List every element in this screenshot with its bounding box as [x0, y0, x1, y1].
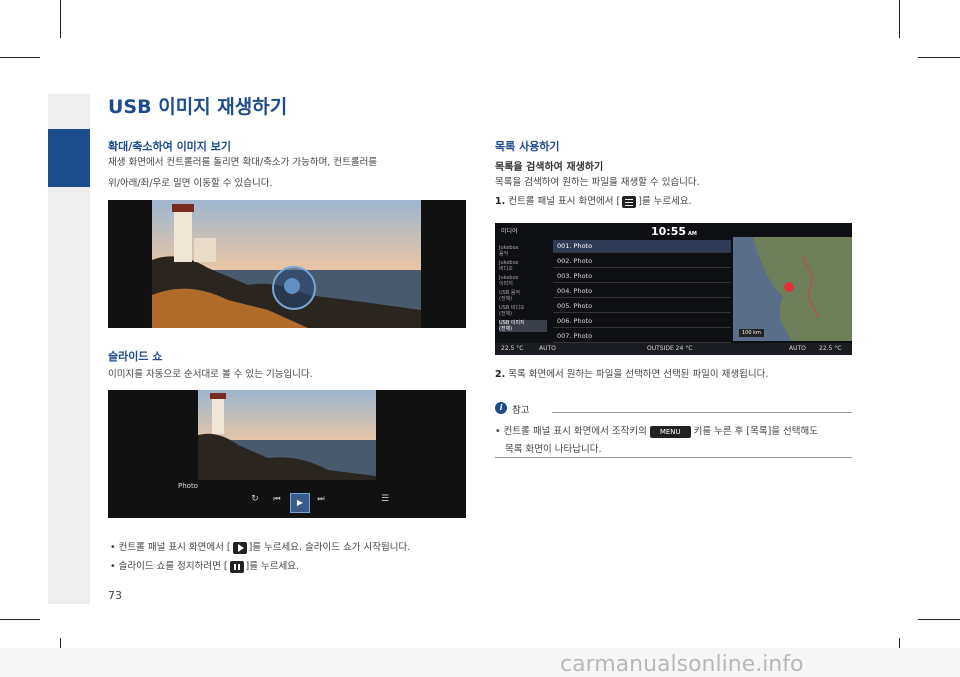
- file-list-item[interactable]: 004. Photo: [553, 285, 731, 298]
- slideshow-screen: Photo ↻ ⏮ ▶ ⏭ ☰: [108, 390, 466, 518]
- page-title: USB 이미지 재생하기: [108, 96, 288, 118]
- watermark: carmanualsonline.info: [560, 652, 804, 677]
- menu-key: MENU: [649, 425, 691, 438]
- page-number: 73: [108, 589, 122, 602]
- screen-sidebar-item[interactable]: Jukebox 비디오: [499, 260, 547, 272]
- slideshow-heading: 슬라이드 쇼: [108, 350, 163, 363]
- footer-band: [0, 648, 960, 677]
- list-icon: [622, 195, 637, 208]
- slideshow-image: [198, 390, 376, 480]
- next-button[interactable]: ⏭: [312, 494, 330, 510]
- slideshow-text: 이미지를 자동으로 순서대로 볼 수 있는 기능입니다.: [108, 369, 313, 380]
- file-list-item[interactable]: 006. Photo: [553, 315, 731, 328]
- list-text: 목록을 검색하여 원하는 파일을 재생할 수 있습니다.: [495, 177, 700, 188]
- screen-sidebar: Jukebox 음악 Jukebox 비디오 Jukebox 이미지 USB 음악 (…: [495, 237, 549, 341]
- crop-mark: [60, 0, 61, 38]
- step-text: ]를 누르세요.: [638, 196, 692, 207]
- zoom-screen: [108, 200, 466, 328]
- file-list-item[interactable]: 002. Photo: [553, 255, 731, 268]
- sidebar-accent: [48, 129, 90, 187]
- step-number: 1.: [495, 196, 506, 207]
- step-text: 목록 화면에서 원하는 파일을 선택하면 선택된 파일이 재생됩니다.: [508, 369, 769, 380]
- zoom-text-2: 위/아래/좌/우로 밀면 이동할 수 있습니다.: [108, 178, 273, 189]
- zoom-dpad-center: [284, 278, 300, 294]
- list-subheading: 목록을 검색하여 재생하기: [495, 162, 604, 173]
- pause-icon: [229, 560, 244, 573]
- map-image: [733, 237, 852, 341]
- bullet-start-slideshow: • 컨트롤 패널 표시 화면에서 []를 누르세요. 슬라이드 쇼가 시작됩니다…: [110, 541, 411, 554]
- status-bar: 22.5 °C AUTO OUTSIDE 24 °C AUTO 22.5 °C: [495, 343, 852, 355]
- crop-mark: [899, 0, 900, 38]
- note-bottom-rule: [495, 457, 852, 458]
- auto-right: AUTO: [789, 345, 806, 352]
- temp-right: 22.5 °C: [819, 345, 842, 352]
- bullet-text: ]를 누르세요. 슬라이드 쇼가 시작됩니다.: [248, 542, 411, 553]
- note-text: 컨트롤 패널 표시 화면에서 조작키의: [503, 426, 647, 437]
- step-number: 2.: [495, 369, 506, 380]
- list-screen: 미디어 10:55 AM Jukebox 음악 Jukebox 비디오 Jukebox…: [495, 223, 852, 355]
- zoom-heading: 확대/축소하여 이미지 보기: [108, 140, 231, 153]
- bullet-text: 컨트롤 패널 표시 화면에서 [: [118, 542, 231, 553]
- outside-temp: OUTSIDE 24 °C: [647, 345, 693, 352]
- screen-sidebar-item[interactable]: USB 이미지 (전체): [499, 320, 547, 332]
- screen-sidebar-item[interactable]: USB 비디오 (전체): [499, 305, 547, 317]
- file-list: 001. Photo 002. Photo 003. Photo 004. Photo…: [553, 237, 731, 343]
- file-list-item[interactable]: 003. Photo: [553, 270, 731, 283]
- play-icon: [232, 541, 247, 554]
- previous-button[interactable]: ⏮: [268, 494, 286, 510]
- note-line-2: 목록 화면이 나타납니다.: [505, 444, 602, 455]
- crop-mark: [0, 619, 40, 620]
- note-text: 키를 누른 후 [목록]을 선택해도: [693, 426, 819, 437]
- file-list-item[interactable]: 005. Photo: [553, 300, 731, 313]
- crop-mark: [918, 619, 960, 620]
- zoom-text-1: 재생 화면에서 컨트롤러를 돌리면 확대/축소가 가능하며, 컨트롤러를: [108, 157, 378, 168]
- crop-mark: [918, 57, 960, 58]
- play-button[interactable]: ▶: [290, 493, 310, 513]
- screen-sidebar-item[interactable]: Jukebox 이미지: [499, 275, 547, 287]
- bullet-stop-slideshow: • 슬라이드 쇼를 정지하려면 []를 누르세요.: [110, 560, 299, 573]
- bullet-text: ]를 누르세요.: [245, 561, 299, 572]
- screen-sidebar-item[interactable]: USB 음악 (전체): [499, 290, 547, 302]
- screen-sidebar-item[interactable]: Jukebox 음악: [499, 245, 547, 257]
- repeat-button[interactable]: ↻: [246, 494, 264, 510]
- step-text: 컨트롤 패널 표시 화면에서 [: [508, 196, 621, 207]
- info-icon: i: [495, 402, 507, 414]
- list-heading: 목록 사용하기: [495, 140, 560, 153]
- bullet-text: 슬라이드 쇼를 정지하려면 [: [118, 561, 228, 572]
- map-scale: 100 km: [739, 329, 764, 337]
- note-top-rule: [552, 412, 852, 413]
- note-line-1: • 컨트롤 패널 표시 화면에서 조작키의 MENU 키를 누른 후 [목록]을 선…: [495, 425, 819, 438]
- file-list-item[interactable]: 001. Photo: [553, 240, 731, 253]
- step-1: 1. 컨트롤 패널 표시 화면에서 [ ]를 누르세요.: [495, 195, 692, 209]
- auto-left: AUTO: [539, 345, 556, 352]
- list-button[interactable]: ☰: [376, 494, 394, 510]
- screen-header-label: 미디어: [501, 228, 518, 235]
- temp-left: 22.5 °C: [501, 345, 524, 352]
- step-2: 2. 목록 화면에서 원하는 파일을 선택하면 선택된 파일이 재생됩니다.: [495, 368, 768, 382]
- map-panel: 100 km: [733, 237, 852, 341]
- crop-mark: [0, 57, 40, 58]
- slideshow-caption: Photo: [178, 482, 198, 490]
- note-title: 참고: [512, 405, 530, 416]
- file-list-item[interactable]: 007. Photo: [553, 330, 731, 343]
